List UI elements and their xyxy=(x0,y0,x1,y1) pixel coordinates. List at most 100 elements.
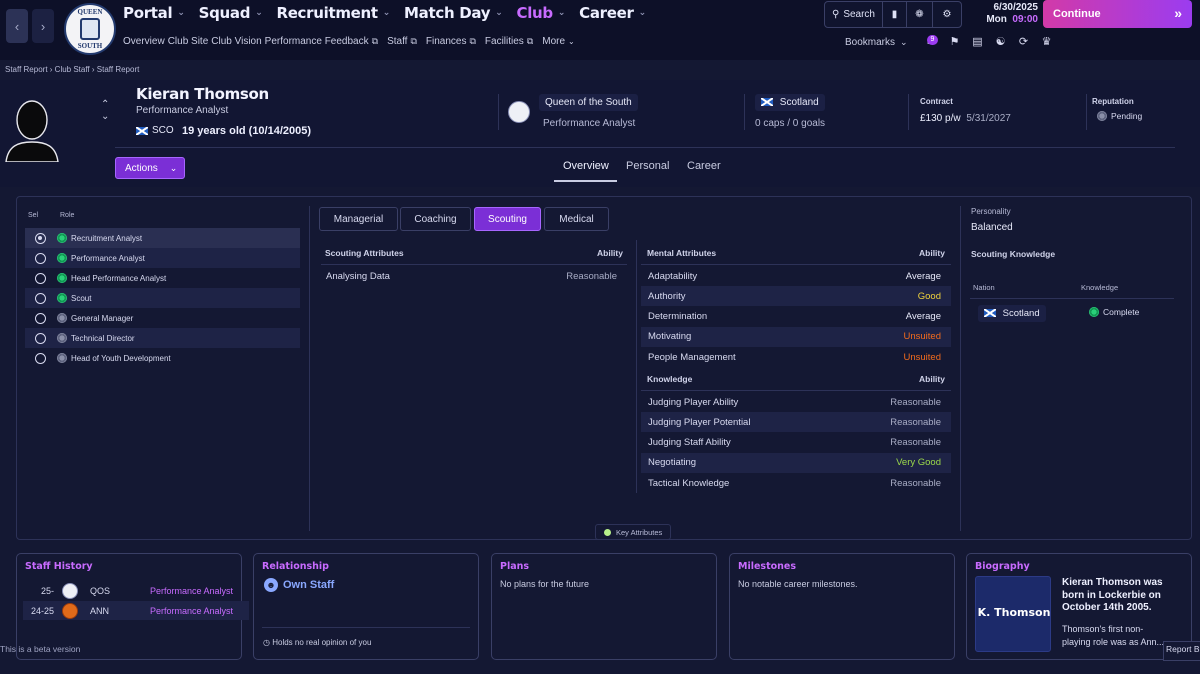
role-row[interactable]: Performance Analyst xyxy=(25,248,300,268)
scotland-flag-icon xyxy=(136,126,148,135)
chevron-down-icon: ⌄ xyxy=(495,8,503,18)
nav-label: Recruitment xyxy=(276,4,378,22)
attribute-row[interactable]: People Management Unsuited xyxy=(641,347,951,367)
role-radio[interactable] xyxy=(35,332,46,344)
history-row[interactable]: 24-25 ANN Performance Analyst xyxy=(23,601,249,620)
refresh-icon[interactable]: ⟳ xyxy=(1012,35,1035,48)
role-row[interactable]: Head of Youth Development xyxy=(25,348,300,368)
settings-button[interactable]: ⚙ xyxy=(933,2,961,27)
nation-pill[interactable]: Scotland xyxy=(755,94,825,111)
subnav-finances[interactable]: Finances xyxy=(426,36,467,47)
clipboard-icon[interactable]: ▤ xyxy=(966,35,989,48)
personality-value: Balanced xyxy=(971,222,1013,233)
role-row[interactable]: Technical Director xyxy=(25,328,300,348)
nav-portal[interactable]: Portal ⌄ xyxy=(123,4,185,22)
breadcrumb-item[interactable]: Club Staff xyxy=(55,65,90,74)
subnav-overview[interactable]: Overview xyxy=(123,36,165,47)
attribute-row[interactable]: Analysing Data Reasonable xyxy=(321,266,627,286)
tab-career[interactable]: Career xyxy=(687,160,721,172)
attribute-row[interactable]: Authority Good xyxy=(641,286,951,307)
attribute-label: Judging Player Potential xyxy=(648,416,751,428)
history-row[interactable]: 25- QOS Performance Analyst xyxy=(23,581,249,600)
subnav-more[interactable]: More xyxy=(542,36,565,47)
role-row[interactable]: Recruitment Analyst xyxy=(25,228,300,248)
attribute-row[interactable]: Tactical Knowledge Reasonable xyxy=(641,473,951,493)
hierarchy-icon[interactable]: ☯ xyxy=(989,35,1012,48)
search-button[interactable]: ⚲ Search xyxy=(825,2,883,27)
role-radio[interactable] xyxy=(35,292,46,304)
role-radio[interactable] xyxy=(35,232,46,244)
divider xyxy=(970,298,1174,299)
nationality[interactable]: SCO xyxy=(136,125,174,136)
role-label: Recruitment Analyst xyxy=(71,233,143,243)
wage: £130 p/w xyxy=(920,113,961,124)
nav-career[interactable]: Career ⌄ xyxy=(579,4,646,22)
subtab-managerial[interactable]: Managerial xyxy=(319,207,398,231)
role-radio[interactable] xyxy=(35,272,46,284)
knowledge-nation[interactable]: Scotland xyxy=(978,305,1046,322)
subnav-club-site[interactable]: Club Site xyxy=(168,36,209,47)
report-bug-button[interactable]: Report Bu xyxy=(1163,641,1200,661)
nav-squad[interactable]: Squad ⌄ xyxy=(199,4,263,22)
subtab-medical[interactable]: Medical xyxy=(544,207,609,231)
knowledge-level-header: Knowledge xyxy=(1081,283,1119,292)
profile-switcher[interactable]: ⌃ ⌄ xyxy=(101,99,109,123)
divider xyxy=(115,147,1175,148)
contract-end: 5/31/2027 xyxy=(966,113,1011,124)
club-crest[interactable]: QUEEN SOUTH xyxy=(64,3,116,55)
mental-attributes-header: Mental Attributes xyxy=(647,248,717,258)
active-tab-indicator xyxy=(554,180,617,182)
role-row[interactable]: Head Performance Analyst xyxy=(25,268,300,288)
club-name[interactable]: Queen of the South xyxy=(539,94,638,111)
game-date[interactable]: 6/30/2025 Mon 09:00 xyxy=(970,1,1038,28)
chevron-down-icon[interactable]: ⌄ xyxy=(101,111,109,123)
notebook-button[interactable]: ▮ xyxy=(883,2,907,27)
biography-name-badge: K. Thomson xyxy=(975,576,1051,652)
subtab-scouting[interactable]: Scouting xyxy=(474,207,541,231)
external-link-icon: ⧉ xyxy=(410,36,417,46)
tab-overview[interactable]: Overview xyxy=(563,160,609,172)
role-row[interactable]: Scout xyxy=(25,288,300,308)
bookmarks-label: Bookmarks xyxy=(845,37,896,48)
trophy-icon[interactable]: ♛ xyxy=(1035,35,1058,48)
nav-club[interactable]: Club ⌄ xyxy=(517,4,566,22)
forward-button[interactable]: › xyxy=(32,9,54,43)
club-badge-icon[interactable] xyxy=(508,101,530,123)
history-role: Performance Analyst xyxy=(150,605,234,616)
divider xyxy=(262,627,470,628)
crest-text-top: QUEEN xyxy=(77,8,103,16)
attribute-row[interactable]: Judging Staff Ability Reasonable xyxy=(641,433,951,453)
attribute-row[interactable]: Adaptability Average xyxy=(641,266,951,286)
attribute-value: Unsuited xyxy=(903,351,942,363)
attribute-row[interactable]: Judging Player Potential Reasonable xyxy=(641,412,951,433)
nav-match-day[interactable]: Match Day ⌄ xyxy=(404,4,503,22)
attribute-row[interactable]: Negotiating Very Good xyxy=(641,452,951,473)
back-button[interactable]: ‹ xyxy=(6,9,28,43)
shirt-icon[interactable]: ⚑ xyxy=(943,35,966,48)
breadcrumb-item[interactable]: Staff Report xyxy=(5,65,48,74)
continue-button[interactable]: Continue » xyxy=(1043,0,1192,28)
subtab-coaching[interactable]: Coaching xyxy=(400,207,471,231)
attribute-row[interactable]: Determination Average xyxy=(641,307,951,327)
attribute-row[interactable]: Motivating Unsuited xyxy=(641,326,951,347)
role-suitability-icon xyxy=(57,293,67,303)
subnav-club-vision[interactable]: Club Vision xyxy=(211,36,261,47)
relationship-note-text: Holds no real opinion of you xyxy=(272,638,372,647)
tab-personal[interactable]: Personal xyxy=(626,160,669,172)
subnav-staff[interactable]: Staff xyxy=(387,36,407,47)
nav-recruitment[interactable]: Recruitment ⌄ xyxy=(276,4,390,22)
role-row[interactable]: General Manager xyxy=(25,308,300,328)
subnav-performance-feedback[interactable]: Performance Feedback xyxy=(265,36,369,47)
role-radio[interactable] xyxy=(35,352,46,364)
attribute-row[interactable]: Judging Player Ability Reasonable xyxy=(641,392,951,412)
role-radio[interactable] xyxy=(35,252,46,264)
actions-button[interactable]: Actions ⌄ xyxy=(115,157,185,179)
bookmarks-dropdown[interactable]: Bookmarks ⌄ xyxy=(845,37,908,48)
chevron-up-icon[interactable]: ⌃ xyxy=(101,99,109,111)
brain-button[interactable]: ❁ xyxy=(907,2,933,27)
attribute-label: Adaptability xyxy=(648,270,698,282)
relationship-status: ☻ Own Staff xyxy=(264,578,334,592)
attribute-label: Analysing Data xyxy=(326,270,390,282)
subnav-facilities[interactable]: Facilities xyxy=(485,36,524,47)
role-radio[interactable] xyxy=(35,312,46,324)
